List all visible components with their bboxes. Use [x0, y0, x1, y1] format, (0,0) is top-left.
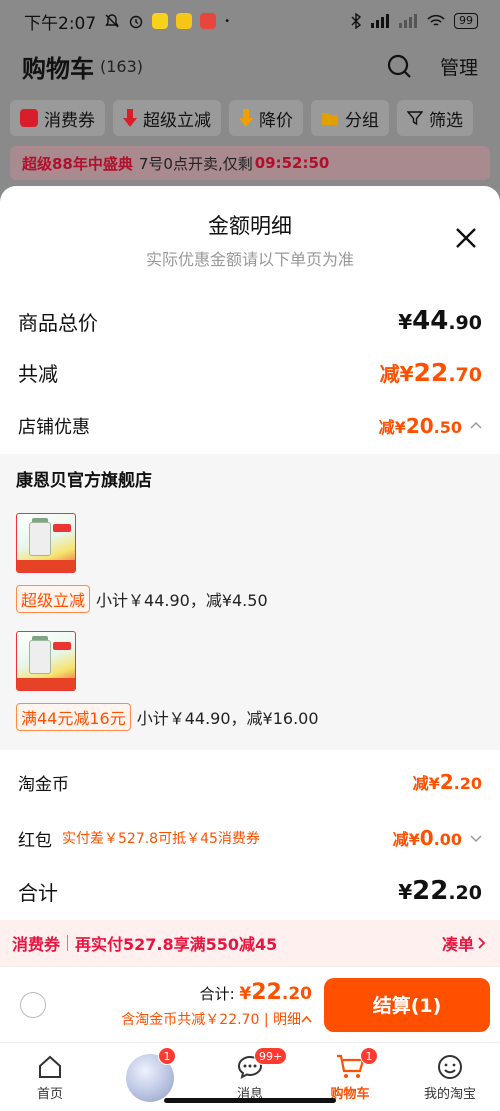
- total-discount-value: 减¥22.70: [379, 357, 482, 387]
- checkout-total: 合计: ¥22.20: [199, 980, 312, 1005]
- shop-detail-block: 康恩贝官方旗舰店 超级立减 小计￥44.90，减¥4.50 满44元减16元 小…: [0, 454, 500, 750]
- manage-button[interactable]: 管理: [440, 53, 478, 80]
- home-icon: [39, 1055, 61, 1078]
- tab-home[interactable]: 首页: [0, 1043, 100, 1108]
- filter-chips: 消费券 超级立减 降价 分组 筛选: [0, 90, 500, 136]
- coupon-bar-label: 消费券: [12, 935, 61, 954]
- tab-my-taobao[interactable]: 我的淘宝: [400, 1043, 500, 1108]
- hongbao-note: 实付差￥527.8可抵￥45消费券: [62, 831, 260, 847]
- coin-label: 淘金币: [18, 774, 69, 795]
- tab-badge: 1: [158, 1047, 176, 1065]
- discount-item: 超级立减 小计￥44.90，减¥4.50: [16, 513, 484, 613]
- more-dot-icon: •: [224, 15, 231, 27]
- sheet-subtitle: 实际优惠金额请以下单页为准: [145, 250, 354, 269]
- folder-icon: [322, 113, 338, 125]
- discount-item: 满44元减16元 小计￥44.90，减¥16.00: [16, 631, 484, 731]
- shop-discount-row[interactable]: 店铺优惠 减¥ 20.50: [0, 398, 500, 454]
- tab-badge: 99+: [254, 1047, 288, 1065]
- battery-indicator: 99: [454, 13, 478, 29]
- chip-super-discount[interactable]: 超级立减: [113, 100, 221, 136]
- cart-title: 购物车: [22, 54, 94, 83]
- chevron-up-icon: [301, 1015, 312, 1023]
- status-bar: 下午2:07 • 99: [0, 0, 500, 42]
- close-icon: [456, 228, 476, 248]
- signal-icon: [371, 14, 389, 28]
- chip-price-drop[interactable]: 降价: [229, 100, 303, 136]
- profile-icon: [438, 1055, 462, 1079]
- chip-filter[interactable]: 筛选: [397, 100, 473, 136]
- close-button[interactable]: [452, 224, 480, 252]
- store-name: 康恩贝官方旗舰店: [16, 471, 152, 491]
- chip-coupon[interactable]: 消费券: [10, 100, 105, 136]
- hongbao-value: 减¥ 0.00: [392, 826, 462, 850]
- product-thumbnail[interactable]: [16, 513, 76, 573]
- status-time: 下午2:07: [24, 13, 97, 34]
- filter-icon: [407, 111, 423, 126]
- total-price-row: 商品总价 ¥44.90: [0, 296, 500, 346]
- discount-tag: 满44元减16元: [16, 703, 131, 731]
- detail-link[interactable]: 明细: [273, 1012, 301, 1028]
- meituan-icon: [176, 13, 193, 29]
- item-subtotal: 小计￥44.90，减¥4.50: [96, 591, 268, 610]
- alarm-icon: [129, 15, 143, 29]
- hongbao-row[interactable]: 红包 实付差￥527.8可抵￥45消费券 减¥ 0.00: [0, 810, 500, 866]
- sum-label: 合计: [18, 880, 58, 905]
- home-indicator: [164, 1098, 336, 1103]
- coin-row: 淘金币 减¥ 2.20: [0, 754, 500, 810]
- chip-group[interactable]: 分组: [311, 100, 389, 136]
- promo-banner[interactable]: 超级88年中盛典 7号0点开卖,仅剩 09:52:50: [10, 146, 490, 180]
- select-all-checkbox[interactable]: [20, 991, 46, 1018]
- amount-detail-sheet: 金额明细 实际优惠金额请以下单页为准 商品总价 ¥44.90 共减 减¥22.7…: [0, 186, 500, 1111]
- cart-header: 购物车 (163) 管理: [0, 42, 500, 90]
- app-notify-icon: [152, 13, 169, 29]
- coupon-bar-text: 再实付527.8享满550减45: [75, 935, 278, 954]
- bluetooth-icon: [351, 13, 362, 29]
- sum-row: 合计 ¥22.20: [0, 866, 500, 916]
- background-page: 下午2:07 • 99 购物车 (163) 管理 消费券 超级立减 降价 分组 …: [0, 0, 500, 200]
- total-price-value: ¥44.90: [398, 306, 482, 336]
- coupon-bar[interactable]: 消费券 再实付527.8享满550减45 凑单: [0, 920, 500, 966]
- sheet-header: 金额明细 实际优惠金额请以下单页为准: [0, 186, 500, 276]
- price-drop-icon: [239, 109, 253, 127]
- divider: [67, 935, 69, 951]
- total-price-label: 商品总价: [18, 310, 98, 335]
- mute-icon: [105, 14, 120, 28]
- coin-value: 减¥ 2.20: [412, 770, 482, 794]
- coupon-icon: [20, 109, 38, 127]
- product-thumbnail[interactable]: [16, 631, 76, 691]
- sheet-title: 金额明细: [208, 214, 292, 238]
- promo-text: 7号0点开卖,仅剩: [138, 154, 253, 173]
- hongbao-label: 红包: [18, 830, 52, 851]
- shop-discount-label: 店铺优惠: [18, 417, 90, 438]
- app-notify-icon-2: [200, 13, 217, 29]
- promo-timer: 09:52:50: [254, 154, 330, 172]
- discount-tag: 超级立减: [16, 585, 91, 613]
- search-icon[interactable]: [386, 53, 412, 79]
- wifi-icon: [427, 14, 445, 26]
- checkout-button[interactable]: 结算(1): [324, 977, 490, 1032]
- total-discount-label: 共减: [18, 361, 58, 386]
- chevron-up-icon: [470, 421, 482, 429]
- chevron-down-icon: [470, 835, 482, 843]
- signal-2-icon: [399, 14, 417, 28]
- item-subtotal: 小计￥44.90，减¥16.00: [136, 709, 319, 728]
- checkout-note[interactable]: 含淘金币共减￥22.70 | 明细: [121, 1009, 312, 1029]
- add-items-link[interactable]: 凑单: [442, 931, 486, 955]
- cart-count: (163): [100, 56, 144, 76]
- shop-discount-value: 减¥ 20.50: [378, 414, 462, 438]
- tab-badge: 1: [360, 1047, 378, 1065]
- promo-tag: 超级88年中盛典: [22, 154, 133, 173]
- chevron-right-icon: [478, 937, 486, 949]
- checkout-bar: 合计: ¥22.20 含淘金币共减￥22.70 | 明细 结算(1): [0, 966, 500, 1042]
- total-discount-row: 共减 减¥22.70: [0, 346, 500, 398]
- arrow-down-icon: [123, 109, 137, 127]
- sum-value: ¥22.20: [398, 876, 482, 906]
